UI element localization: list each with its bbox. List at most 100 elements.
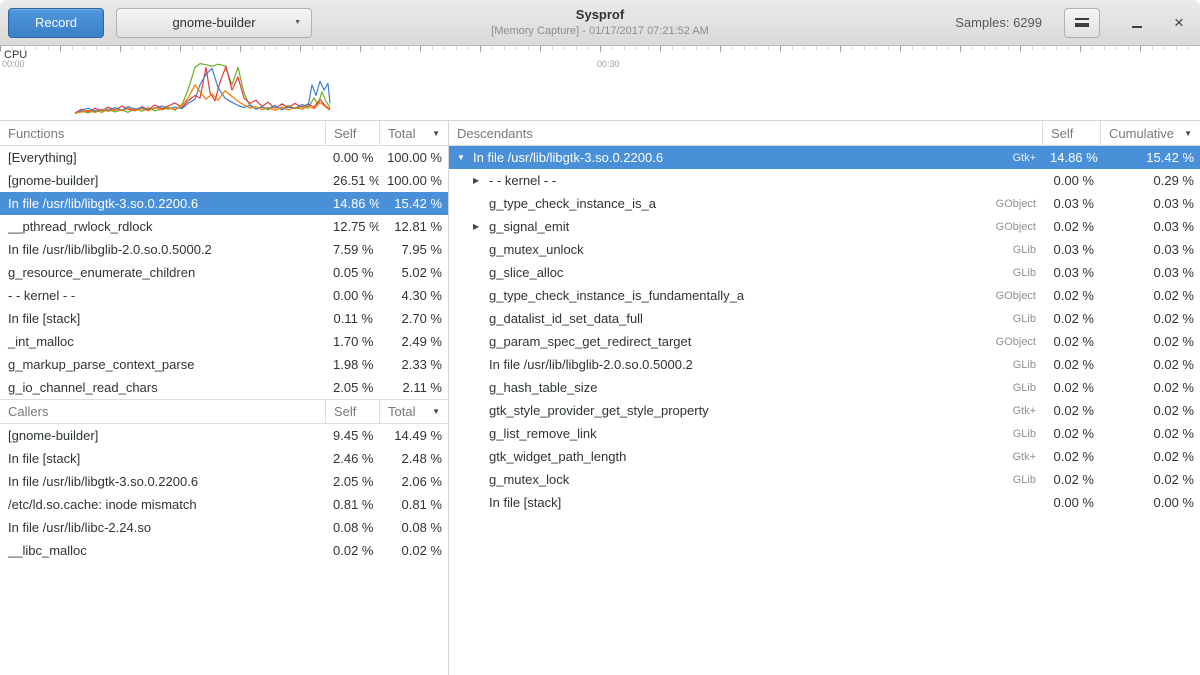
table-row[interactable]: g_markup_parse_context_parse1.98 %2.33 %: [0, 353, 448, 376]
table-row[interactable]: [Everything]0.00 %100.00 %: [0, 146, 448, 169]
tree-row[interactable]: In file /usr/lib/libglib-2.0.so.0.5000.2…: [449, 353, 1200, 376]
table-row[interactable]: g_resource_enumerate_children0.05 %5.02 …: [0, 261, 448, 284]
function-name: In file [stack]: [0, 311, 325, 326]
tree-row[interactable]: ▶- - kernel - -0.00 %0.29 %: [449, 169, 1200, 192]
category-badge: GObject: [988, 198, 1036, 210]
descendant-label: In file /usr/lib/libgtk-3.so.0.2200.6: [473, 150, 663, 165]
tree-row[interactable]: g_hash_table_sizeGLib0.02 %0.02 %: [449, 376, 1200, 399]
table-row[interactable]: In file /usr/lib/libglib-2.0.so.0.5000.2…: [0, 238, 448, 261]
cumulative-value: 0.02 %: [1100, 472, 1200, 487]
expander-expanded-icon[interactable]: ▼: [457, 154, 473, 162]
column-header-self[interactable]: Self: [1042, 121, 1100, 145]
function-name: g_resource_enumerate_children: [0, 265, 325, 280]
self-value: 2.46 %: [325, 451, 379, 466]
expander-collapsed-icon[interactable]: ▶: [473, 223, 489, 231]
record-button[interactable]: Record: [8, 8, 104, 38]
column-header-total[interactable]: Total ▼: [379, 121, 448, 145]
descendant-label: g_signal_emit: [489, 219, 569, 234]
descendant-name-cell: g_datalist_id_set_data_fullGLib: [449, 311, 1042, 326]
table-row[interactable]: In file [stack]0.11 %2.70 %: [0, 307, 448, 330]
total-value: 0.08 %: [379, 520, 448, 535]
column-header-descendants[interactable]: Descendants: [449, 121, 1042, 145]
table-row[interactable]: In file /usr/lib/libgtk-3.so.0.2200.614.…: [0, 192, 448, 215]
self-value: 0.02 %: [1042, 449, 1100, 464]
close-button[interactable]: ×: [1166, 10, 1192, 36]
self-value: 1.70 %: [325, 334, 379, 349]
self-value: 2.05 %: [325, 474, 379, 489]
table-row[interactable]: In file [stack]2.46 %2.48 %: [0, 447, 448, 470]
tree-row[interactable]: In file [stack]0.00 %0.00 %: [449, 491, 1200, 514]
table-row[interactable]: __pthread_rwlock_rdlock12.75 %12.81 %: [0, 215, 448, 238]
table-row[interactable]: In file /usr/lib/libc-2.24.so0.08 %0.08 …: [0, 516, 448, 539]
tree-row[interactable]: g_list_remove_linkGLib0.02 %0.02 %: [449, 422, 1200, 445]
column-header-self[interactable]: Self: [325, 400, 379, 423]
table-row[interactable]: - - kernel - -0.00 %4.30 %: [0, 284, 448, 307]
tree-row[interactable]: g_slice_allocGLib0.03 %0.03 %: [449, 261, 1200, 284]
expander-collapsed-icon[interactable]: ▶: [473, 177, 489, 185]
self-value: 9.45 %: [325, 428, 379, 443]
function-name: [Everything]: [0, 150, 325, 165]
process-selector-label: gnome-builder: [172, 15, 255, 30]
close-icon: ×: [1174, 14, 1184, 31]
total-value: 15.42 %: [379, 196, 448, 211]
category-badge: GLib: [1005, 428, 1036, 440]
descendant-label: - - kernel - -: [489, 173, 556, 188]
table-row[interactable]: g_io_channel_read_chars2.05 %2.11 %: [0, 376, 448, 399]
minimize-button[interactable]: [1124, 10, 1150, 36]
tree-row[interactable]: ▶g_signal_emitGObject0.02 %0.03 %: [449, 215, 1200, 238]
tree-row[interactable]: g_param_spec_get_redirect_targetGObject0…: [449, 330, 1200, 353]
chevron-down-icon: ▼: [294, 19, 301, 26]
descendant-name-cell: g_list_remove_linkGLib: [449, 426, 1042, 441]
tree-row[interactable]: ▼In file /usr/lib/libgtk-3.so.0.2200.6Gt…: [449, 146, 1200, 169]
category-badge: GLib: [1005, 474, 1036, 486]
tree-row[interactable]: g_mutex_lockGLib0.02 %0.02 %: [449, 468, 1200, 491]
self-value: 1.98 %: [325, 357, 379, 372]
samples-count: Samples: 6299: [955, 15, 1042, 30]
header-right-controls: Samples: 6299 ×: [955, 8, 1192, 38]
tree-row[interactable]: gtk_widget_path_lengthGtk+0.02 %0.02 %: [449, 445, 1200, 468]
tree-row[interactable]: g_type_check_instance_is_fundamentally_a…: [449, 284, 1200, 307]
self-value: 0.03 %: [1042, 265, 1100, 280]
table-row[interactable]: [gnome-builder]9.45 %14.49 %: [0, 424, 448, 447]
descendant-label: gtk_style_provider_get_style_property: [489, 403, 709, 418]
cumulative-value: 0.03 %: [1100, 242, 1200, 257]
category-badge: GObject: [988, 336, 1036, 348]
column-header-total[interactable]: Total ▼: [379, 400, 448, 423]
self-value: 0.00 %: [325, 150, 379, 165]
function-name: In file /usr/lib/libglib-2.0.so.0.5000.2: [0, 242, 325, 257]
cumulative-value: 15.42 %: [1100, 150, 1200, 165]
table-row[interactable]: [gnome-builder]26.51 %100.00 %: [0, 169, 448, 192]
column-label: Self: [1051, 126, 1073, 141]
descendant-name-cell: g_slice_allocGLib: [449, 265, 1042, 280]
column-header-callers[interactable]: Callers: [0, 400, 325, 423]
cumulative-value: 0.03 %: [1100, 219, 1200, 234]
column-header-functions[interactable]: Functions: [0, 121, 325, 145]
self-value: 0.02 %: [1042, 380, 1100, 395]
table-row[interactable]: _int_malloc1.70 %2.49 %: [0, 330, 448, 353]
descendant-name-cell: ▶g_signal_emitGObject: [449, 219, 1042, 234]
self-value: 0.11 %: [325, 311, 379, 326]
descendant-name-cell: In file [stack]: [449, 495, 1042, 510]
cumulative-value: 0.02 %: [1100, 334, 1200, 349]
tree-row[interactable]: g_type_check_instance_is_aGObject0.03 %0…: [449, 192, 1200, 215]
total-value: 2.48 %: [379, 451, 448, 466]
descendant-name-cell: gtk_widget_path_lengthGtk+: [449, 449, 1042, 464]
process-selector-dropdown[interactable]: gnome-builder ▼: [116, 8, 312, 38]
tree-row[interactable]: g_datalist_id_set_data_fullGLib0.02 %0.0…: [449, 307, 1200, 330]
hamburger-icon: [1075, 18, 1089, 27]
cpu-timeline[interactable]: CPU 00:00 00:30: [0, 46, 1200, 121]
tree-row[interactable]: g_mutex_unlockGLib0.03 %0.03 %: [449, 238, 1200, 261]
menu-button[interactable]: [1064, 8, 1100, 38]
time-label-mid: 00:30: [597, 59, 620, 69]
app-title: Sysprof: [491, 7, 709, 22]
total-value: 2.33 %: [379, 357, 448, 372]
table-row[interactable]: /etc/ld.so.cache: inode mismatch0.81 %0.…: [0, 493, 448, 516]
table-row[interactable]: In file /usr/lib/libgtk-3.so.0.2200.62.0…: [0, 470, 448, 493]
tree-row[interactable]: gtk_style_provider_get_style_propertyGtk…: [449, 399, 1200, 422]
column-header-cumulative[interactable]: Cumulative ▼: [1100, 121, 1200, 145]
sort-descending-icon: ▼: [428, 407, 440, 416]
function-name: - - kernel - -: [0, 288, 325, 303]
self-value: 0.02 %: [1042, 472, 1100, 487]
column-header-self[interactable]: Self: [325, 121, 379, 145]
table-row[interactable]: __libc_malloc0.02 %0.02 %: [0, 539, 448, 562]
